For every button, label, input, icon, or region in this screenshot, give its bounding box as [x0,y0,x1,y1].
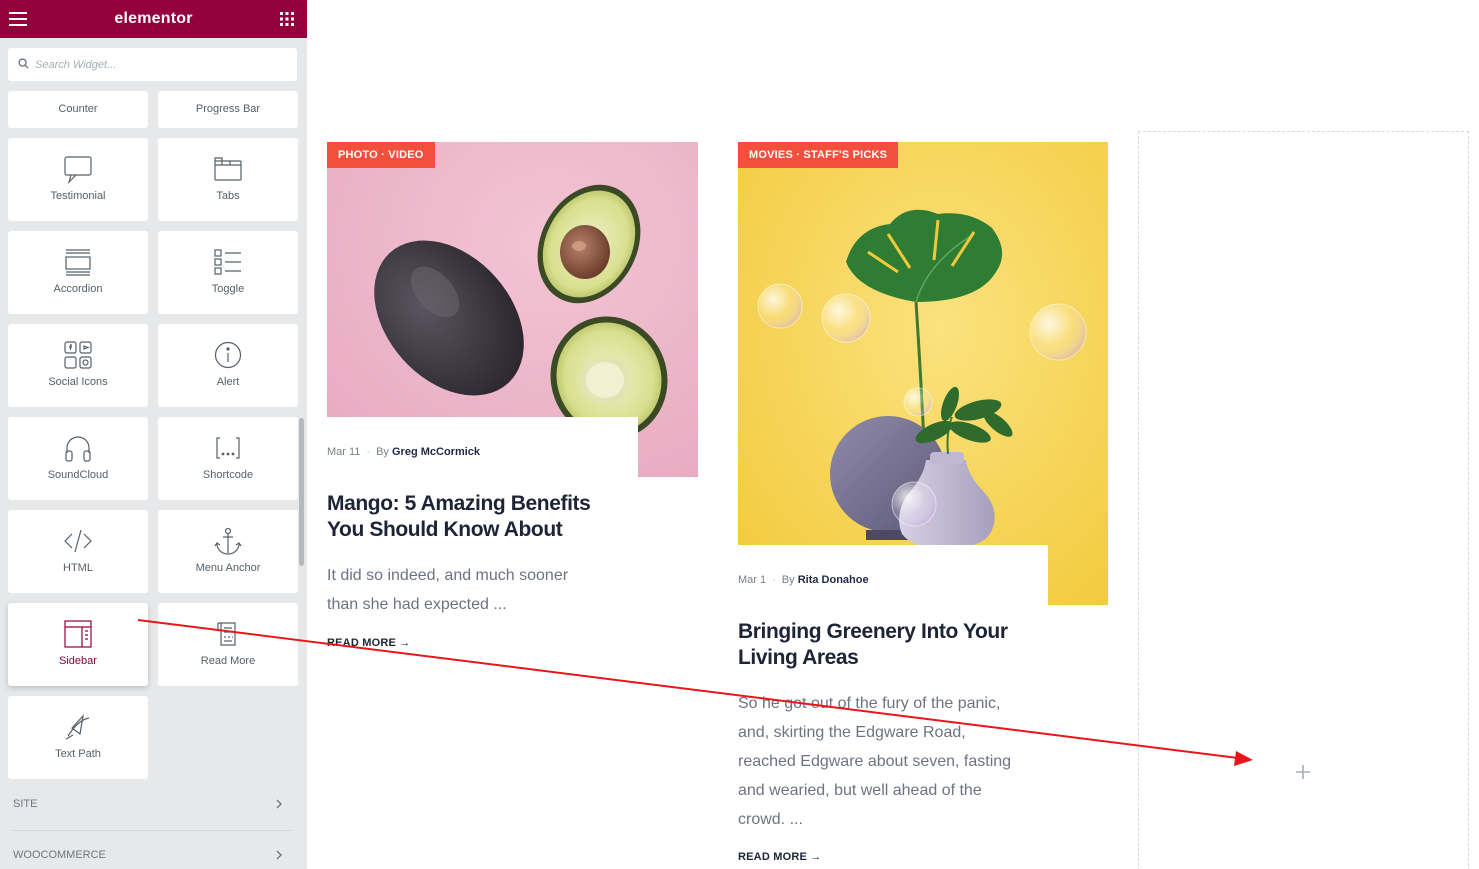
widget-alert[interactable]: Alert [158,324,298,407]
widget-label: Shortcode [202,469,254,481]
widget-testimonial[interactable]: Testimonial [8,138,148,221]
widget-text-path[interactable]: Text Path [8,696,148,779]
read-more-document-icon [211,617,245,651]
category-divider [12,830,292,831]
post-category-badge[interactable]: PHOTO · VIDEO [327,142,435,168]
page-canvas: PHOTO · VIDEO Mar 11 · By Greg McCormick M… [307,0,1479,869]
widget-label: Read More [200,655,256,667]
post-excerpt: So he got out of the fury of the panic, … [738,695,1012,828]
widget-toggle[interactable]: Toggle [158,231,298,314]
widget-label: Sidebar [59,655,97,667]
category-label: SITE [13,798,38,810]
widget-sidebar[interactable]: Sidebar [8,603,148,686]
empty-column-drop-zone[interactable] [1138,131,1469,869]
chevron-right-icon [276,799,282,812]
shortcode-brackets-icon [211,431,245,465]
widget-social-icons[interactable]: Social Icons [8,324,148,407]
read-more-link[interactable]: READ MORE → [327,637,410,649]
widget-label: Social Icons [48,376,108,388]
widget-read-more[interactable]: Read More [158,603,298,686]
anchor-icon [211,524,245,558]
post-excerpt: It did so indeed, and much sooner than s… [327,567,569,613]
post-category-badge[interactable]: MOVIES · STAFF'S PICKS [738,142,899,168]
add-element-plus-icon[interactable] [1293,762,1313,782]
widget-panel: elementor Counter Progress Bar [0,0,307,869]
post-thumbnail-plant[interactable] [738,142,1108,605]
info-circle-icon [211,338,245,372]
widget-label: Toggle [211,283,245,295]
post-card: MOVIES · STAFF'S PICKS Mar 1 · By Rita Don… [738,142,1108,869]
widget-label: Tabs [216,190,240,202]
post-card: PHOTO · VIDEO Mar 11 · By Greg McCormick M… [327,142,698,662]
post-by: By [781,574,795,586]
toggle-list-icon [211,245,245,279]
post-title[interactable]: Mango: 5 Amazing Benefits You Should Kno… [327,491,617,543]
post-date: Mar 1 [738,574,767,586]
social-icons-icon [61,338,95,372]
chevron-right-icon [276,850,282,863]
tabs-icon [211,152,245,186]
elementor-editor: elementor Counter Progress Bar [0,0,1479,869]
widget-shortcode[interactable]: Shortcode [158,417,298,500]
widget-label: Alert [216,376,240,388]
post-author[interactable]: Rita Donahoe [798,574,869,586]
category-woocommerce[interactable]: WOOCOMMERCE [0,840,300,869]
speech-bubble-icon [61,152,95,186]
widget-label: Menu Anchor [195,562,261,574]
widget-grid: Counter Progress Bar Testimonial Tabs Ac… [0,0,307,869]
widget-tabs[interactable]: Tabs [158,138,298,221]
widget-soundcloud[interactable]: SoundCloud [8,417,148,500]
widget-label: HTML [63,562,93,574]
category-site[interactable]: SITE [0,789,300,819]
accordion-icon [61,245,95,279]
code-icon [61,524,95,558]
widget-label: Testimonial [50,190,106,202]
post-author[interactable]: Greg McCormick [392,446,480,458]
widget-label: SoundCloud [47,469,109,481]
read-more-link[interactable]: READ MORE → [738,851,821,863]
post-by: By [376,446,389,458]
widget-label: Progress Bar [195,103,261,115]
widget-menu-anchor[interactable]: Menu Anchor [158,510,298,593]
widget-progress-bar[interactable]: Progress Bar [158,91,298,128]
widget-counter[interactable]: Counter [8,91,148,128]
widget-label: Counter [58,103,98,115]
panel-scrollbar[interactable] [299,418,304,566]
widget-label: Text Path [55,748,101,760]
text-path-icon [61,710,95,744]
post-title[interactable]: Bringing Greenery Into Your Living Areas [738,619,1028,671]
widget-label: Accordion [53,283,103,295]
category-label: WOOCOMMERCE [13,849,106,861]
post-meta: Mar 11 · By Greg McCormick [327,446,481,458]
widget-html[interactable]: HTML [8,510,148,593]
post-date: Mar 11 [327,446,361,458]
post-meta: Mar 1 · By Rita Donahoe [738,574,869,586]
headphones-icon [61,431,95,465]
sidebar-layout-icon [61,617,95,651]
widget-accordion[interactable]: Accordion [8,231,148,314]
